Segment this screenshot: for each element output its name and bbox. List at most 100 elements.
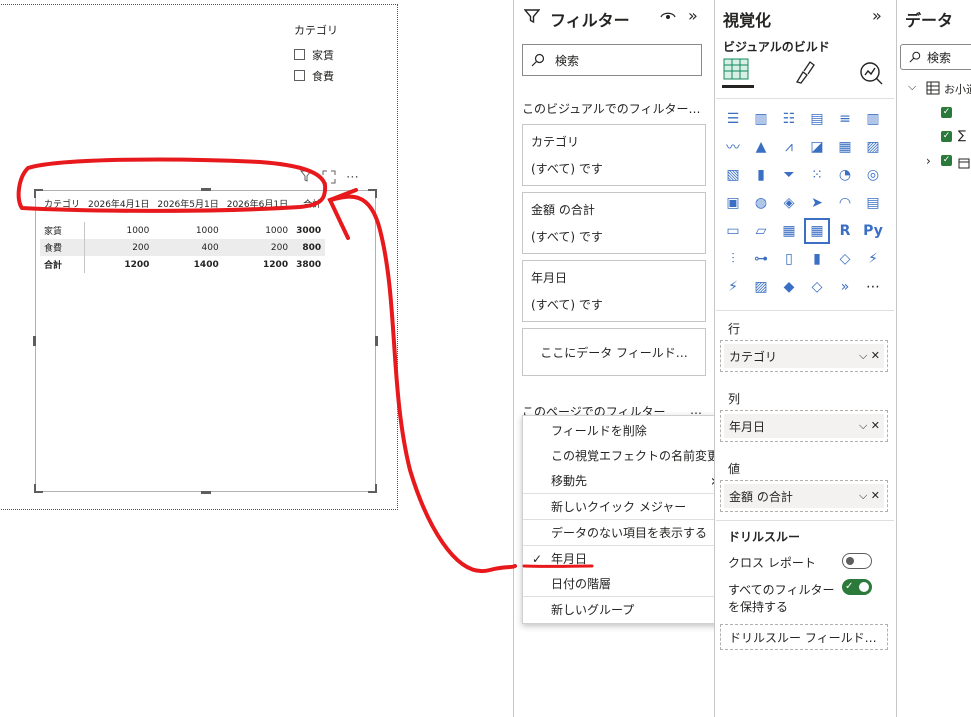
header-cell[interactable]: 合計	[292, 195, 325, 212]
filter-icon[interactable]	[299, 170, 313, 188]
matrix-table[interactable]: カテゴリ 2026年4月1日 2026年5月1日 2026年6月1日 合計 家賃…	[40, 195, 326, 273]
resize-corner[interactable]	[368, 189, 377, 198]
table-row[interactable]: 家賃 1000 1000 1000 3000	[40, 222, 325, 239]
resize-corner[interactable]	[368, 484, 377, 493]
field-pill[interactable]: カテゴリ ⌵ ✕	[724, 344, 884, 368]
chevron-down-close-icon[interactable]: ⌵ ✕	[859, 349, 880, 363]
drillthrough-field-dropzone[interactable]: ドリルスルー フィールド…	[720, 624, 888, 650]
metrics-icon[interactable]: ◆	[778, 276, 800, 298]
field-pill[interactable]: 金額 の合計 ⌵ ✕	[724, 484, 884, 508]
stacked-column-icon[interactable]: ▥	[750, 108, 772, 130]
checkbox[interactable]	[294, 70, 305, 81]
collapse-icon[interactable]: »	[872, 6, 882, 25]
filter-card-category[interactable]: カテゴリ (すべて) です	[522, 124, 706, 186]
table-row[interactable]: 食費 200 400 200 800	[40, 239, 326, 256]
chevron-down-close-icon[interactable]: ⌵ ✕	[859, 489, 880, 503]
cross-report-toggle[interactable]	[842, 553, 872, 569]
donut-chart-icon[interactable]: ◎	[862, 164, 884, 186]
decomposition-tree-icon[interactable]: ⊶	[750, 248, 772, 270]
add-data-field-dropzone[interactable]: ここにデータ フィールド…	[522, 328, 706, 376]
paginated-report-icon[interactable]: ▮	[806, 248, 828, 270]
funnel-column-icon[interactable]: ▮	[750, 164, 772, 186]
chevron-visual-icon[interactable]: »	[834, 276, 856, 298]
r-visual-icon[interactable]: R	[834, 220, 856, 242]
menu-item-date-hierarchy[interactable]: 日付の階層	[523, 571, 727, 596]
gauge-icon[interactable]: ◠	[834, 192, 856, 214]
power-apps-icon[interactable]: ◇	[834, 248, 856, 270]
header-cell[interactable]: 2026年5月1日	[153, 195, 222, 212]
field-checkbox[interactable]: ✓	[941, 107, 952, 118]
treemap-icon[interactable]: ▣	[722, 192, 744, 214]
funnel-icon[interactable]: ⏷	[778, 164, 800, 186]
resize-handle[interactable]	[201, 491, 211, 494]
eye-icon[interactable]	[660, 8, 676, 27]
matrix-visual-icon[interactable]: ▦	[804, 218, 830, 244]
resize-handle[interactable]	[33, 336, 36, 346]
field-pill[interactable]: 年月日 ⌵ ✕	[724, 414, 884, 438]
ribbon-chart-icon[interactable]: ▨	[862, 136, 884, 158]
collapse-icon[interactable]: »	[688, 6, 698, 25]
header-cell[interactable]: カテゴリ	[40, 195, 84, 212]
line-clustered-column-icon[interactable]: ◪	[806, 136, 828, 158]
keep-filters-toggle[interactable]: ✓	[842, 579, 872, 595]
image-icon[interactable]: ▨	[750, 276, 772, 298]
menu-item-show-items-no-data[interactable]: データのない項目を表示する	[523, 520, 727, 545]
key-influencers-icon[interactable]: ⫶	[722, 248, 744, 270]
multi-row-card-icon[interactable]: ▭	[722, 220, 744, 242]
menu-item-remove-field[interactable]: フィールドを削除	[523, 418, 727, 443]
menu-item-move-to[interactable]: 移動先›	[523, 468, 727, 493]
area-chart-icon[interactable]: ▲	[750, 136, 772, 158]
format-visual-tab[interactable]	[792, 60, 818, 90]
more-visuals-icon[interactable]: ⋯	[862, 276, 884, 298]
waterfall-icon[interactable]: ▧	[722, 164, 744, 186]
clustered-bar-icon[interactable]: ☷	[778, 108, 800, 130]
100-stacked-bar-icon[interactable]: ≡	[834, 108, 856, 130]
kpi-icon[interactable]: ▱	[750, 220, 772, 242]
line-chart-icon[interactable]: 〰	[722, 136, 744, 158]
resize-corner[interactable]	[34, 484, 43, 493]
filled-map-icon[interactable]: ◈	[778, 192, 800, 214]
chevron-down-icon[interactable]: ⌵	[908, 80, 916, 94]
resize-handle[interactable]	[201, 188, 211, 191]
header-cell[interactable]: 2026年4月1日	[84, 195, 153, 212]
table-name[interactable]: お小遣	[944, 81, 971, 97]
clustered-column-icon[interactable]: ▤	[806, 108, 828, 130]
power-automate-icon[interactable]: ⚡	[862, 248, 884, 270]
card-icon[interactable]: ▤	[862, 192, 884, 214]
menu-item-date-field[interactable]: ✓ 年月日	[523, 546, 727, 571]
filter-card-date[interactable]: 年月日 (すべて) です	[522, 260, 706, 322]
focus-mode-icon[interactable]	[322, 170, 336, 188]
python-visual-icon[interactable]: Py	[862, 220, 884, 242]
100-stacked-column-icon[interactable]: ▥	[862, 108, 884, 130]
table-total-row[interactable]: 合計 1200 1400 1200 3800	[40, 256, 325, 273]
header-cell[interactable]: 2026年6月1日	[223, 195, 292, 212]
menu-item-new-group[interactable]: 新しいグループ	[523, 597, 727, 622]
analytics-tab[interactable]	[858, 60, 884, 90]
slicer-option[interactable]: 家賃	[294, 44, 338, 65]
field-checkbox[interactable]: ✓	[941, 155, 952, 166]
chevron-right-icon[interactable]: ›	[926, 154, 931, 168]
chevron-down-close-icon[interactable]: ⌵ ✕	[859, 419, 880, 433]
qa-icon[interactable]: ▯	[778, 248, 800, 270]
resize-handle[interactable]	[375, 336, 378, 346]
stacked-area-icon[interactable]: ⩘	[778, 136, 800, 158]
data-search-input[interactable]: 検索	[900, 44, 971, 70]
more-options-icon[interactable]: ⋯	[346, 170, 359, 188]
checkbox[interactable]	[294, 49, 305, 60]
menu-item-rename[interactable]: この視覚エフェクトの名前変更	[523, 443, 727, 468]
slicer-option[interactable]: 食費	[294, 65, 338, 86]
line-stacked-column-icon[interactable]: ▦	[834, 136, 856, 158]
columns-well[interactable]: 年月日 ⌵ ✕	[720, 410, 888, 442]
scatter-icon[interactable]: ⁙	[806, 164, 828, 186]
filter-search-input[interactable]: 検索	[522, 44, 702, 76]
rows-well[interactable]: カテゴリ ⌵ ✕	[720, 340, 888, 372]
map-icon[interactable]: ◍	[750, 192, 772, 214]
power-apps-diamond-icon[interactable]: ◇	[806, 276, 828, 298]
azure-map-icon[interactable]: ➤	[806, 192, 828, 214]
values-well[interactable]: 金額 の合計 ⌵ ✕	[720, 480, 888, 512]
menu-item-new-quick-measure[interactable]: 新しいクイック メジャー	[523, 494, 727, 519]
pie-chart-icon[interactable]: ◔	[834, 164, 856, 186]
stacked-bar-icon[interactable]: ☰	[722, 108, 744, 130]
field-checkbox[interactable]: ✓	[941, 131, 952, 142]
filter-card-amount[interactable]: 金額 の合計 (すべて) です	[522, 192, 706, 254]
